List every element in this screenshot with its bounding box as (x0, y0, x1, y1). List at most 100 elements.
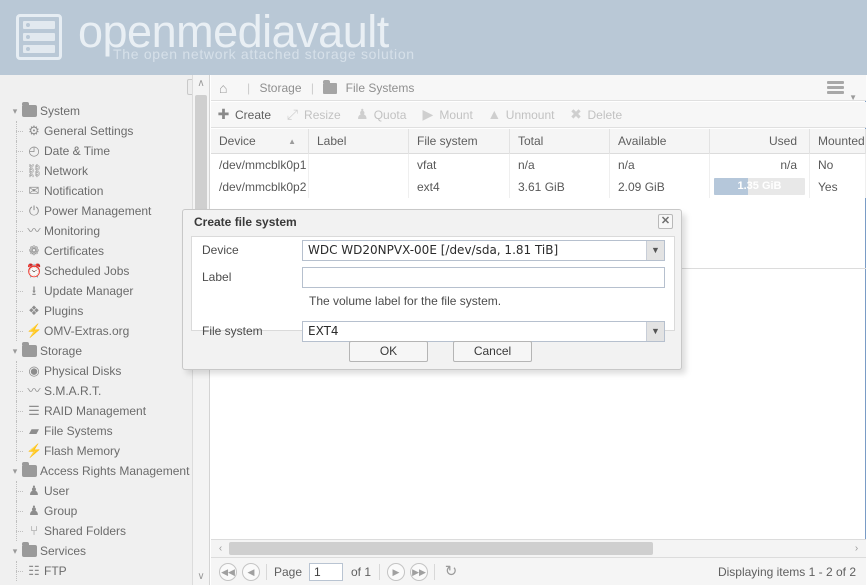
mount-button: ▶ Mount (415, 102, 481, 128)
sidebar-item-label: Update Manager (44, 284, 134, 298)
hscroll-right-arrow-icon[interactable]: › (849, 540, 864, 557)
plus-icon: ✚ (217, 106, 230, 122)
brand-tagline: The open network attached storage soluti… (113, 46, 415, 62)
prev-page-button[interactable]: ◀ (242, 563, 260, 581)
sidebar-item-label: General Settings (44, 124, 134, 138)
device-field-label: Device (202, 243, 239, 257)
refresh-icon[interactable]: ↻ (442, 563, 460, 581)
tree-twisty-icon[interactable]: ▾ (9, 461, 21, 481)
resize-button: ⤢ Resize (280, 102, 350, 128)
cell-total: n/a (510, 154, 610, 176)
breadcrumb-item-storage[interactable]: Storage (259, 81, 301, 95)
device-select[interactable]: WDC WD20NPVX-00E [/dev/sda, 1.81 TiB] ▼ (302, 240, 665, 261)
grid-column-header-label[interactable]: Label (309, 129, 409, 154)
table-row[interactable]: /dev/mmcblk0p1 vfat n/a n/a n/a No (211, 154, 866, 176)
cancel-button[interactable]: Cancel (453, 341, 532, 362)
form-row-label: Label (192, 264, 674, 291)
group-icon: ♟ (28, 503, 40, 518)
form-row-device: Device WDC WD20NPVX-00E [/dev/sda, 1.81 T… (192, 237, 674, 264)
sidebar-item-general-settings[interactable]: ⚙ General Settings (0, 121, 193, 141)
sidebar-item-access-rights-management[interactable]: ▾ Access Rights Management (0, 461, 193, 481)
column-header-label: Device (219, 134, 256, 148)
pagination-status-label: Displaying items 1 - 2 of 2 (717, 565, 856, 579)
ok-button[interactable]: OK (349, 341, 428, 362)
sidebar-item-s-m-a-r-t[interactable]: 〰 S.M.A.R.T. (0, 381, 193, 401)
home-icon[interactable]: ⌂ (219, 81, 233, 95)
sidebar-item-label: RAID Management (44, 404, 147, 418)
raid-icon: ☰ (28, 403, 40, 418)
sidebar-item-system[interactable]: ▾ System (0, 101, 193, 121)
label-input[interactable] (302, 267, 665, 288)
hamburger-menu-icon[interactable] (827, 81, 844, 95)
sidebar-scroll-up-icon[interactable]: ∧ (193, 75, 209, 92)
sidebar-item-label: S.M.A.R.T. (44, 384, 102, 398)
label-field-label: Label (202, 270, 232, 284)
folder-icon (22, 462, 37, 477)
grid-toolbar: ✚ Create ⤢ Resize ♟ Quota ▶ Mount ▲ Unmount ✖ Delet… (211, 102, 866, 128)
sidebar-item-omv-extras-org[interactable]: ⚡ OMV-Extras.org (0, 321, 193, 341)
eject-icon: ▲ (487, 106, 502, 122)
table-row[interactable]: /dev/mmcblk0p2 ext4 3.61 GiB 2.09 GiB 1.35 G… (211, 176, 866, 198)
sidebar-scroll-down-icon[interactable]: ∨ (193, 568, 209, 585)
sidebar-item-label: Access Rights Management (40, 464, 190, 478)
last-page-button[interactable]: ▶▶ (410, 563, 428, 581)
folder-icon (22, 102, 37, 117)
hscroll-left-arrow-icon[interactable]: ‹ (213, 540, 228, 557)
grid-column-header-available[interactable]: Available (610, 129, 710, 154)
close-icon[interactable]: ✕ (658, 214, 673, 229)
page-number-input[interactable] (309, 563, 343, 581)
sidebar-item-ftp[interactable]: ☷ FTP (0, 561, 193, 581)
sidebar-item-user[interactable]: ♟ User (0, 481, 193, 501)
first-page-button[interactable]: ◀◀ (219, 563, 237, 581)
sidebar-item-certificates[interactable]: ❁ Certificates (0, 241, 193, 261)
breadcrumb-item-file-systems[interactable]: File Systems (346, 81, 415, 95)
sidebar-item-storage[interactable]: ▾ Storage (0, 341, 193, 361)
tree-twisty-icon[interactable]: ▾ (9, 101, 21, 121)
sidebar-item-group[interactable]: ♟ Group (0, 501, 193, 521)
puzzle-icon: ❖ (28, 303, 40, 318)
used-progress-label: 1.35 GiB (737, 180, 782, 192)
hscroll-thumb[interactable] (229, 542, 653, 555)
grid-horizontal-scrollbar[interactable]: ‹ › (211, 539, 866, 557)
sidebar-item-label: Certificates (44, 244, 105, 258)
tree-twisty-icon[interactable]: ▾ (9, 341, 21, 361)
sidebar-item-monitoring[interactable]: 〰 Monitoring (0, 221, 193, 241)
sidebar-item-update-manager[interactable]: ⭳ Update Manager (0, 281, 193, 301)
sidebar-item-scheduled-jobs[interactable]: ⏰ Scheduled Jobs (0, 261, 193, 281)
sidebar-item-network[interactable]: ⛓ Network (0, 161, 193, 181)
column-header-label: Available (618, 134, 667, 148)
sidebar-item-file-systems[interactable]: ▰ File Systems (0, 421, 193, 441)
sidebar-item-label: Network (44, 164, 89, 178)
cell-device: /dev/mmcblk0p1 (211, 154, 309, 176)
grid-pagination-bar: ◀◀ ◀ Page of 1 ▶ ▶▶ ↻ Displaying items 1… (211, 557, 866, 585)
dialog-title-bar[interactable]: Create file system ✕ (183, 210, 681, 234)
sidebar-item-physical-disks[interactable]: ◉ Physical Disks (0, 361, 193, 381)
sidebar-item-date-time[interactable]: ◴ Date & Time (0, 141, 193, 161)
grid-column-header-total[interactable]: Total (510, 129, 610, 154)
navigation-tree: ▾ System ⚙ General Settings ◴ Date & Time ⛓ Net… (0, 101, 193, 581)
grid-column-header-mounted[interactable]: Mounted (810, 129, 866, 154)
column-header-label: Label (317, 134, 347, 148)
sidebar-item-shared-folders[interactable]: ⑂ Shared Folders (0, 521, 193, 541)
grid-column-header-file-system[interactable]: File system (409, 129, 510, 154)
toolbar-button-label: Mount (439, 108, 473, 122)
chevron-down-icon[interactable]: ▼ (646, 241, 664, 260)
sidebar-item-notification[interactable]: ✉ Notification (0, 181, 193, 201)
sidebar-item-label: Plugins (44, 304, 84, 318)
next-page-button[interactable]: ▶ (387, 563, 405, 581)
cell-used: n/a (710, 154, 810, 176)
sidebar-item-raid-management[interactable]: ☰ RAID Management (0, 401, 193, 421)
device-selected-value: WDC WD20NPVX-00E [/dev/sda, 1.81 TiB] (308, 243, 559, 257)
create-button[interactable]: ✚ Create (211, 102, 280, 128)
grid-column-header-device[interactable]: Device ▲ (211, 129, 309, 154)
sidebar-item-flash-memory[interactable]: ⚡ Flash Memory (0, 441, 193, 461)
tree-twisty-icon[interactable]: ▾ (9, 541, 21, 561)
sidebar-item-label: Notification (44, 184, 104, 198)
sidebar-item-plugins[interactable]: ❖ Plugins (0, 301, 193, 321)
grid-column-header-used[interactable]: Used (710, 129, 810, 154)
sidebar-item-power-management[interactable]: ⏻ Power Management (0, 201, 193, 221)
unmount-button: ▲ Unmount (482, 102, 564, 128)
cell-label (309, 154, 409, 176)
gear-icon: ⚙ (28, 123, 40, 138)
sidebar-item-services[interactable]: ▾ Services (0, 541, 193, 561)
